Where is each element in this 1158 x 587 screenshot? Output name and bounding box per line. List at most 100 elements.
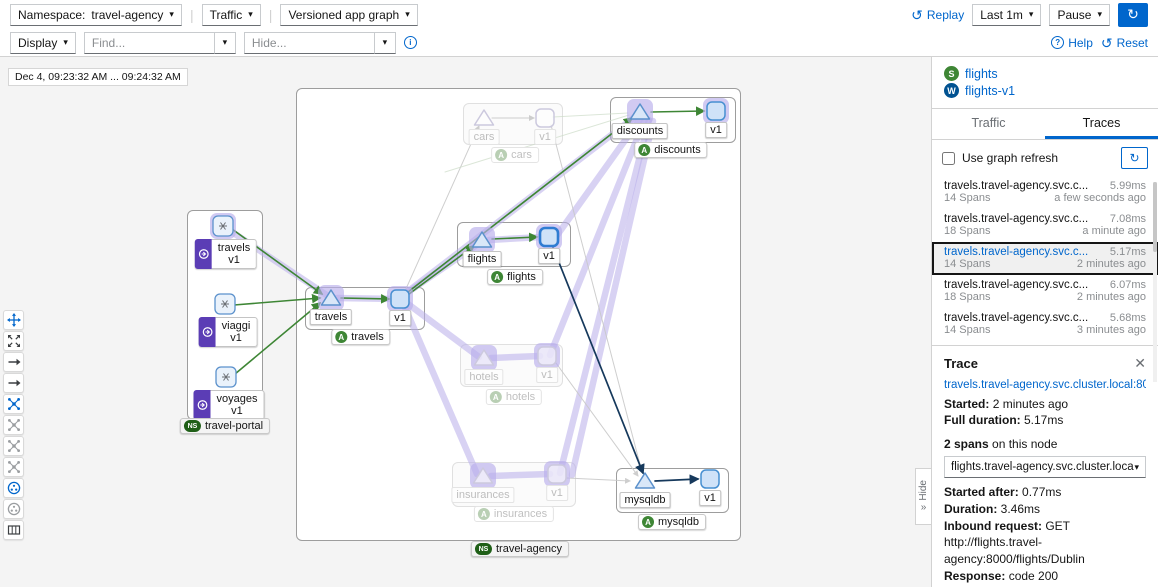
refresh-button[interactable]: ↻ [1118, 3, 1148, 27]
namespace-chip-travel-portal[interactable]: NS travel-portal [180, 418, 270, 434]
app-chip-discounts[interactable]: Adiscounts [634, 142, 707, 158]
span-select[interactable]: flights.travel-agency.svc.cluster.local:… [944, 456, 1146, 478]
namespace-chip-label: travel-portal [205, 420, 263, 432]
mysqldb-service-label[interactable]: mysqldb [620, 492, 671, 508]
zoom-to-fit-button[interactable] [3, 331, 24, 351]
app-badge: A [642, 516, 654, 528]
discounts-service-label[interactable]: discounts [612, 123, 668, 139]
namespace-layout-button[interactable] [3, 499, 24, 519]
namespace-select[interactable]: Namespace: travel-agency ▾ [10, 4, 182, 26]
layout-graph-3-button[interactable] [3, 436, 24, 456]
hide-dropdown-toggle[interactable]: ▾ [374, 32, 396, 54]
service-link[interactable]: flights [965, 67, 998, 81]
namespace-badge: NS [184, 420, 201, 432]
span-inbound-request: Inbound request: GET http://flights.trav… [944, 518, 1146, 568]
app-chip-label: discounts [654, 144, 700, 156]
trace-age: a minute ago [1082, 225, 1146, 237]
display-select[interactable]: Display ▾ [10, 32, 76, 54]
graph-type-select[interactable]: Versioned app graph ▾ [280, 4, 417, 26]
portal-viaggi-label[interactable]: viaggiv1 [199, 317, 258, 347]
workload-label-text: voyagesv1 [211, 390, 265, 420]
app-chip-label: insurances [494, 508, 547, 520]
reset-button[interactable]: ↺ Reset [1101, 36, 1148, 50]
trace-name: travels.travel-agency.svc.c... [944, 246, 1088, 258]
trace-name: travels.travel-agency.svc.c... [944, 213, 1088, 225]
namespace-badge: NS [475, 543, 492, 555]
hide-control: ▾ [244, 32, 396, 54]
use-graph-refresh-checkbox[interactable] [942, 152, 955, 165]
namespace-chip-label: travel-agency [496, 543, 562, 555]
find-input[interactable] [84, 32, 214, 54]
trace-section-title: Trace [944, 355, 978, 373]
close-icon[interactable]: ✕ [1134, 354, 1146, 374]
chevron-double-right-icon: » [921, 502, 927, 513]
app-chip-mysqldb[interactable]: Amysqldb [638, 514, 706, 530]
info-icon[interactable]: i [404, 36, 417, 49]
find-dropdown-toggle[interactable]: ▾ [214, 32, 236, 54]
trace-duration: 6.07ms [1110, 279, 1146, 291]
trace-link[interactable]: travels.travel-agency.svc.cluster.local:… [944, 377, 1146, 393]
namespace-layout-active-button[interactable] [3, 478, 24, 498]
graph-canvas[interactable]: Dec 4, 09:23:32 AM ... 09:24:32 AM trave… [0, 57, 931, 587]
tab-traffic[interactable]: Traffic [932, 109, 1045, 139]
layout-arrow-1-button[interactable] [3, 352, 24, 372]
app-chip-travels[interactable]: Atravels [331, 329, 390, 345]
portal-voyages-label[interactable]: voyagesv1 [194, 390, 265, 420]
trace-list-scrollbar[interactable] [1153, 182, 1157, 382]
trace-duration: 7.08ms [1110, 213, 1146, 225]
discounts-v1-label[interactable]: v1 [705, 122, 727, 138]
cars-service-label: cars [469, 129, 500, 145]
help-button[interactable]: ? Help [1051, 36, 1093, 50]
flights-v1-label[interactable]: v1 [538, 248, 560, 264]
trace-span-count: 14 Spans [944, 258, 990, 270]
interval-select[interactable]: Last 1m ▾ [972, 4, 1041, 26]
legend-button[interactable] [3, 520, 24, 540]
question-icon: ? [1051, 36, 1064, 49]
trace-span-count: 18 Spans [944, 225, 990, 237]
chevron-down-icon: ▾ [1097, 9, 1102, 20]
namespace-label: Namespace: [18, 8, 85, 22]
app-chip-label: cars [511, 149, 532, 161]
insurances-service-label: insurances [451, 487, 514, 503]
refresh-icon: ↻ [1127, 6, 1139, 23]
display-label: Display [18, 36, 57, 50]
spans-on-node: 2 spans on this node [944, 436, 1146, 453]
traffic-select[interactable]: Traffic ▾ [202, 4, 261, 26]
traffic-source-badge [199, 317, 216, 347]
travels-v1-label[interactable]: v1 [389, 310, 411, 326]
hide-panel-tab[interactable]: Hide » [915, 468, 932, 525]
trace-span-count: 18 Spans [944, 291, 990, 303]
trace-age: 3 minutes ago [1077, 324, 1146, 336]
traffic-label: Traffic [210, 8, 243, 22]
trace-list-item[interactable]: travels.travel-agency.svc.c...5.99ms14 S… [932, 176, 1158, 209]
trace-list-item[interactable]: travels.travel-agency.svc.c...5.17ms14 S… [932, 242, 1158, 275]
secondary-toolbar: Display ▾ ▾ ▾ i ? Help ↺ Reset [0, 29, 1158, 57]
replay-button[interactable]: ↺ Replay [911, 8, 964, 22]
span-duration: Duration: 3.46ms [944, 501, 1146, 518]
chevron-down-icon: ▾ [1134, 461, 1139, 474]
trace-list-item[interactable]: travels.travel-agency.svc.c... 7.08ms 18 S… [932, 209, 1158, 242]
layout-graph-active-button[interactable] [3, 394, 24, 414]
hide-input[interactable] [244, 32, 374, 54]
replay-icon: ↺ [911, 8, 923, 22]
trace-full-duration: Full duration: 5.17ms [944, 412, 1146, 429]
travels-service-label[interactable]: travels [310, 309, 352, 325]
flights-service-label[interactable]: flights [463, 251, 502, 267]
layout-graph-2-button[interactable] [3, 415, 24, 435]
workload-link[interactable]: flights-v1 [965, 84, 1015, 98]
portal-travels-label[interactable]: travelsv1 [195, 239, 257, 269]
trace-list-item[interactable]: travels.travel-agency.svc.c...6.07ms18 S… [932, 275, 1158, 308]
traces-refresh-button[interactable]: ↻ [1121, 147, 1148, 169]
layout-arrow-2-button[interactable] [3, 373, 24, 393]
app-badge: A [335, 331, 347, 343]
trace-list-item[interactable]: travels.travel-agency.svc.c...5.68ms14 S… [932, 308, 1158, 341]
find-control: ▾ [84, 32, 236, 54]
layout-graph-4-button[interactable] [3, 457, 24, 477]
mysqldb-v1-label[interactable]: v1 [699, 490, 721, 506]
namespace-chip-travel-agency[interactable]: NS travel-agency [471, 541, 569, 557]
app-badge: A [490, 391, 502, 403]
pan-tool-button[interactable] [3, 310, 24, 330]
tab-traces[interactable]: Traces [1045, 109, 1158, 139]
pause-select[interactable]: Pause ▾ [1049, 4, 1110, 26]
app-chip-flights[interactable]: Aflights [487, 269, 543, 285]
